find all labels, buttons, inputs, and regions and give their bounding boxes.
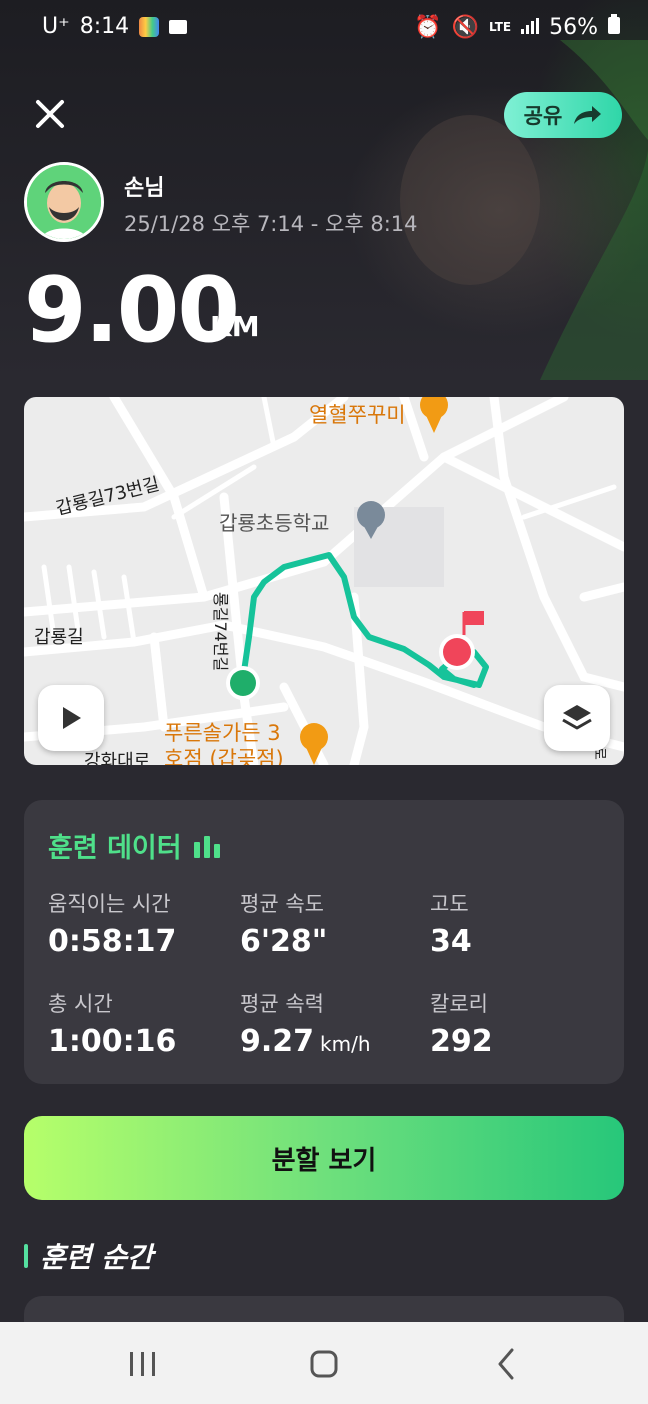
share-button[interactable]: 공유 <box>504 92 622 138</box>
back-icon[interactable] <box>498 1348 514 1380</box>
distance-value: 9.00 <box>24 258 240 363</box>
play-icon <box>63 707 81 729</box>
stat-avg-speed-unit: km/h <box>320 1032 371 1056</box>
view-splits-label: 분할 보기 <box>271 1145 377 1176</box>
recent-apps-icon[interactable] <box>130 1352 155 1376</box>
poi-restaurant-2-line2: 호점 (갑곶점) <box>164 747 284 765</box>
user-avatar-icon <box>27 165 101 239</box>
battery-icon <box>608 14 620 40</box>
app-notification-icon <box>169 19 188 34</box>
stat-avg-speed: 9.27 km/h <box>240 1024 371 1059</box>
training-data-card: 훈련 데이터 움직이는 시간 0:58:17 평균 속도 6'28" 고도 34… <box>24 800 624 1084</box>
bar-chart-icon <box>193 835 220 858</box>
mute-icon: 🔇 <box>451 14 480 40</box>
stat-total-time-label: 총 시간 <box>48 992 113 1016</box>
stat-avg-pace-value: 6'28" <box>240 924 328 959</box>
user-name: 손님 <box>124 176 165 201</box>
share-arrow-icon <box>574 106 602 124</box>
stat-altitude-label: 고도 <box>430 892 469 916</box>
home-icon[interactable] <box>310 1350 338 1378</box>
section-title: 훈련 순간 <box>40 1241 153 1274</box>
poi-school: 갑룡초등학교 <box>219 511 330 535</box>
stat-avg-speed-value: 9.27 <box>240 1024 315 1059</box>
network-label: LTE <box>489 20 512 34</box>
poi-restaurant-1: 열혈쭈꾸미 <box>309 403 406 427</box>
status-bar: U⁺ 8:14 ⏰ 🔇 LTE 56% <box>0 0 648 56</box>
road-label-3: 룡길74번길 <box>211 592 230 672</box>
map-layers-button[interactable] <box>544 685 610 751</box>
distance-unit: KM <box>210 310 260 343</box>
close-icon <box>36 100 64 128</box>
close-button[interactable] <box>30 94 70 134</box>
avatar[interactable] <box>24 162 104 242</box>
workout-time-range: 25/1/28 오후 7:14 - 오후 8:14 <box>124 212 418 236</box>
start-marker <box>230 670 256 696</box>
system-nav-bar <box>0 1322 648 1404</box>
layers-icon <box>562 705 592 730</box>
stat-calories-value: 292 <box>430 1024 493 1059</box>
finish-flag-icon <box>464 611 484 625</box>
stat-avg-speed-label: 평균 속력 <box>240 992 324 1016</box>
stat-avg-pace-label: 평균 속도 <box>240 892 324 916</box>
stat-moving-time-label: 움직이는 시간 <box>48 892 171 916</box>
carrier-label: U⁺ <box>42 14 70 39</box>
stat-altitude-value: 34 <box>430 924 472 959</box>
section-accent-bar <box>24 1244 28 1268</box>
end-marker <box>443 638 471 666</box>
stat-moving-time-value: 0:58:17 <box>48 924 177 959</box>
battery-percent: 56% <box>549 14 598 40</box>
view-splits-button[interactable]: 분할 보기 <box>24 1116 624 1200</box>
status-time: 8:14 <box>79 14 130 39</box>
signal-icon <box>521 15 540 40</box>
notification-icon <box>139 16 160 37</box>
stat-total-time-value: 1:00:16 <box>48 1024 177 1059</box>
stat-calories-label: 칼로리 <box>430 992 488 1016</box>
route-map[interactable]: 열혈쭈꾸미 갑룡초등학교 갑룡길73번길 갑룡길 룡길74번길 강화대로 로 푸… <box>24 397 624 765</box>
map-roads <box>24 397 624 765</box>
replay-button[interactable] <box>38 685 104 751</box>
training-data-title: 훈련 데이터 <box>48 826 224 865</box>
share-label: 공유 <box>523 104 563 128</box>
alarm-icon: ⏰ <box>414 14 442 40</box>
training-data-title-text: 훈련 데이터 <box>48 833 182 864</box>
road-label-2: 갑룡길 <box>34 627 84 648</box>
